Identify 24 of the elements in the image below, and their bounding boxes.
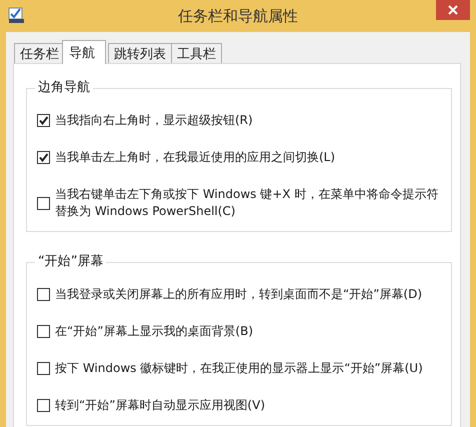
tab[interactable]: 工具栏 — [171, 43, 222, 64]
option-label[interactable]: 当我单击左上角时，在我最近使用的应用之间切换(L) — [55, 149, 336, 166]
option-label[interactable]: 当我右键单击左下角或按下 Windows 键+X 时，在菜单中将命令提示符替换为 Windows PowerShell(C) — [55, 186, 441, 220]
checkbox[interactable] — [37, 288, 50, 301]
group-title: “开始”屏幕 — [35, 254, 106, 270]
option-label[interactable]: 在“开始”屏幕上显示我的桌面背景(B) — [55, 323, 254, 340]
checkbox[interactable] — [37, 114, 50, 127]
close-icon — [448, 5, 458, 15]
option-label[interactable]: 当我登录或关闭屏幕上的所有应用时，转到桌面而不是“开始”屏幕(D) — [55, 286, 422, 303]
checkbox-window-icon — [8, 7, 24, 23]
tab[interactable]: 任务栏 — [14, 43, 65, 64]
option-label[interactable]: 当我指向右上角时，显示超级按钮(R) — [55, 112, 253, 129]
checkbox[interactable] — [37, 325, 50, 338]
group-title: 边角导航 — [35, 80, 93, 96]
tab[interactable]: 跳转列表 — [108, 43, 172, 64]
checkbox[interactable] — [37, 362, 50, 375]
checkbox[interactable] — [37, 399, 50, 412]
checkbox[interactable] — [37, 151, 50, 164]
checkbox[interactable] — [37, 196, 50, 210]
option-label[interactable]: 按下 Windows 徽标键时，在我正使用的显示器上显示“开始”屏幕(U) — [55, 360, 423, 377]
tab[interactable]: 导航 — [62, 40, 106, 64]
option-label[interactable]: 转到“开始”屏幕时自动显示应用视图(V) — [55, 397, 266, 414]
window-title: 任务栏和导航属性 — [178, 6, 298, 26]
close-button[interactable] — [436, 0, 470, 20]
